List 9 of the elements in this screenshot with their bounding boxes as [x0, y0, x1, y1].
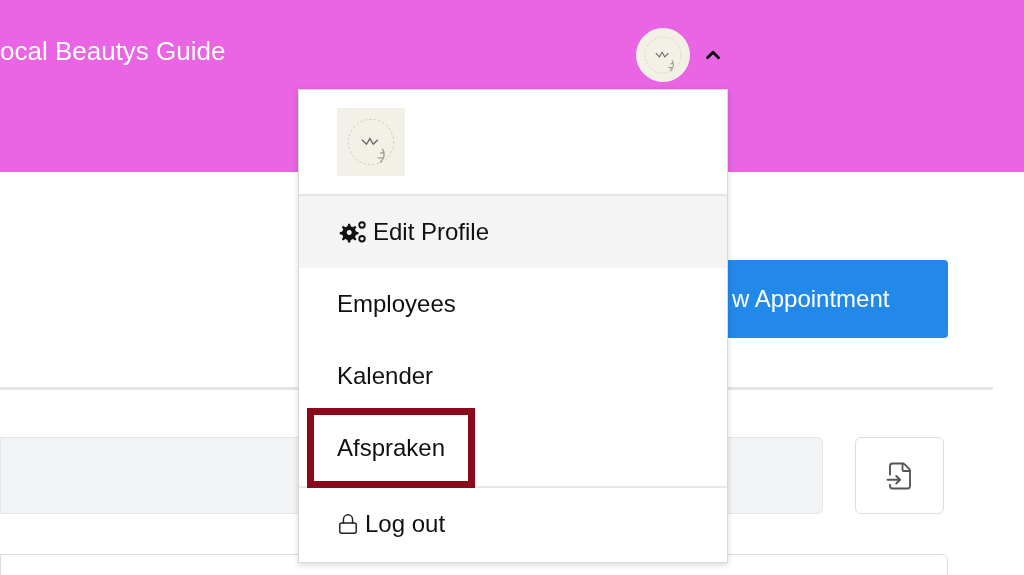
gears-icon	[337, 219, 367, 245]
menu-item[interactable]: Log out	[299, 488, 727, 560]
import-button[interactable]	[855, 437, 944, 514]
avatar[interactable]	[636, 28, 690, 82]
menu-item[interactable]: Employees	[299, 268, 727, 340]
menu-item[interactable]: Kalender	[299, 340, 727, 412]
menu-item[interactable]: Edit Profile	[299, 196, 727, 268]
lock-icon	[337, 513, 359, 535]
app-title: ocal Beautys Guide	[0, 35, 226, 68]
